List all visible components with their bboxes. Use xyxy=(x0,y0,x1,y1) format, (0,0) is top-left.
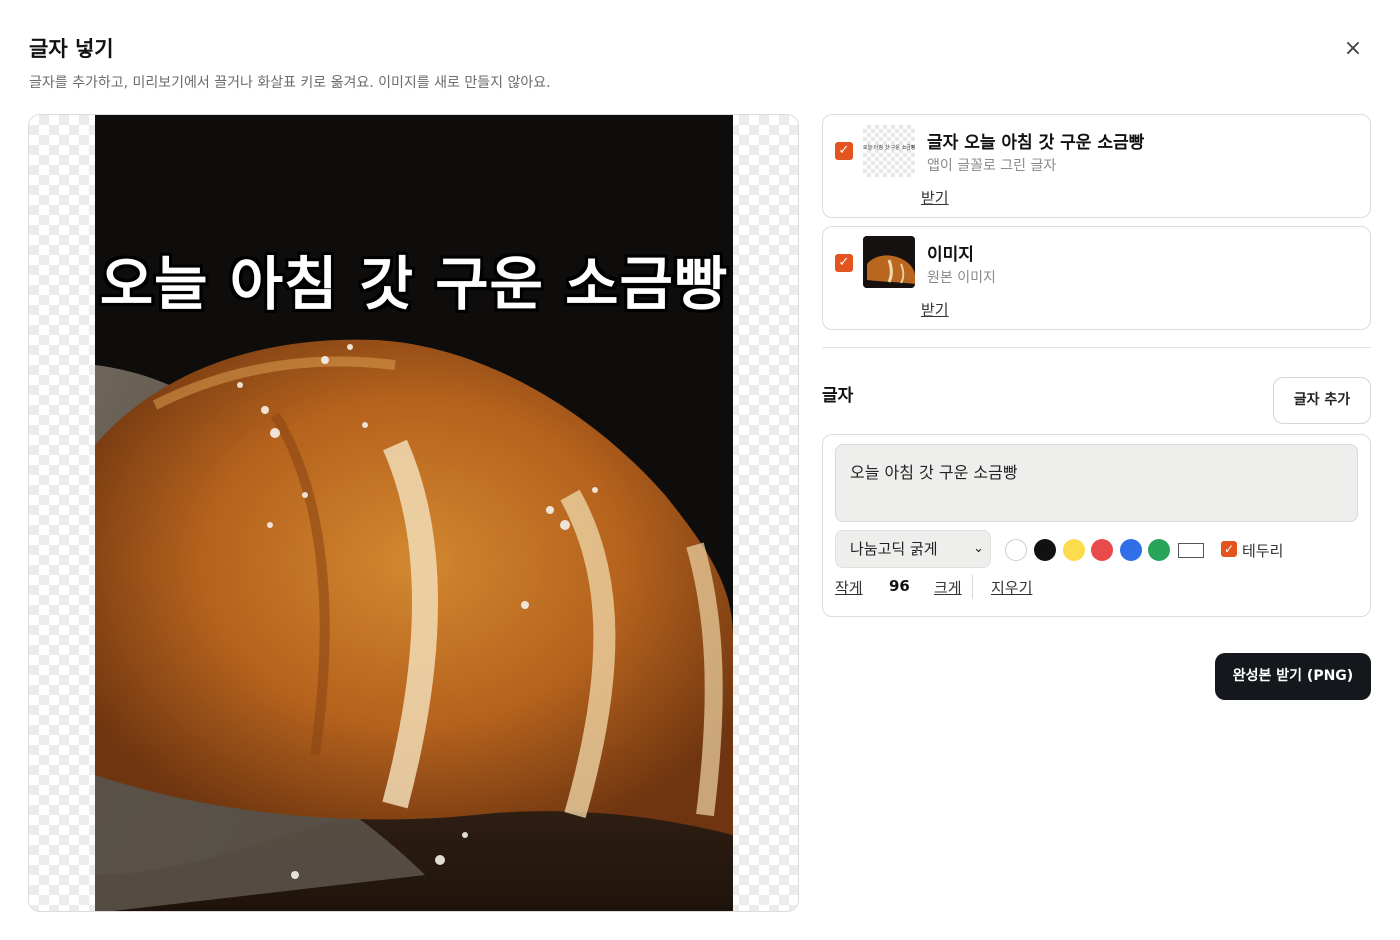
bread-thumb-image xyxy=(863,236,915,288)
text-overlay-dialog: 글자 넣기 글자를 추가하고, 미리보기에서 끌거나 화살표 키로 옮겨요. 이… xyxy=(0,0,1400,940)
font-size-value: 96 xyxy=(889,577,910,595)
add-text-button[interactable]: 글자 추가 xyxy=(1273,377,1371,424)
background-box-toggle[interactable] xyxy=(1178,543,1204,558)
border-label: 테두리 xyxy=(1242,542,1284,560)
color-swatch-black[interactable] xyxy=(1034,539,1056,561)
close-icon[interactable]: × xyxy=(1339,35,1367,63)
bread-photo: 오늘 아침 갓 구운 소금빵 xyxy=(95,115,733,911)
color-swatch-yellow[interactable] xyxy=(1063,539,1085,561)
delete-text-button[interactable]: 지우기 xyxy=(991,577,1032,598)
size-smaller-button[interactable]: 작게 xyxy=(835,577,863,598)
dialog-title: 글자 넣기 xyxy=(29,37,114,61)
layer-text-subtitle: 앱이 글꼴로 그린 글자 xyxy=(927,158,1057,174)
text-section-label: 글자 xyxy=(822,386,854,406)
layer-card-image: ✓ 이미지 원본 이미지 받기 xyxy=(822,226,1371,330)
text-input[interactable] xyxy=(835,444,1358,522)
dialog-subtitle: 글자를 추가하고, 미리보기에서 끌거나 화살표 키로 옮겨요. 이미지를 새로… xyxy=(29,75,551,91)
font-select-value: 나눔고딕 굵게 xyxy=(850,540,938,558)
salt-bread-image xyxy=(95,115,733,911)
chevron-down-icon: ⌄ xyxy=(973,541,984,556)
layer-text-thumbnail: 오늘 아침 갓 구운 소금빵 xyxy=(863,125,915,177)
layer-image-subtitle: 원본 이미지 xyxy=(927,270,996,286)
font-select[interactable]: 나눔고딕 굵게 ⌄ xyxy=(835,530,991,568)
draggable-overlay-text[interactable]: 오늘 아침 갓 구운 소금빵 xyxy=(95,237,733,321)
layer-text-title: 글자 오늘 아침 갓 구운 소금빵 xyxy=(927,133,1145,153)
color-swatch-green[interactable] xyxy=(1148,539,1170,561)
border-checkbox[interactable]: ✓ xyxy=(1221,541,1237,557)
layer-image-title: 이미지 xyxy=(927,245,974,265)
export-png-button[interactable]: 완성본 받기 (PNG) xyxy=(1215,653,1371,700)
thumb-text: 오늘 아침 갓 구운 소금빵 xyxy=(863,145,915,151)
text-editor-card: 나눔고딕 굵게 ⌄ ✓ 테두리 작게 96 크게 지우기 xyxy=(822,434,1371,617)
layer-card-text: ✓ 오늘 아침 갓 구운 소금빵 글자 오늘 아침 갓 구운 소금빵 앱이 글꼴… xyxy=(822,114,1371,218)
layer-image-thumbnail xyxy=(863,236,915,288)
preview-canvas: 오늘 아침 갓 구운 소금빵 xyxy=(28,114,799,912)
color-swatch-red[interactable] xyxy=(1091,539,1113,561)
separator xyxy=(972,575,973,599)
layer-text-checkbox[interactable]: ✓ xyxy=(835,142,853,160)
color-swatch-blue[interactable] xyxy=(1120,539,1142,561)
layer-text-download-link[interactable]: 받기 xyxy=(921,187,949,208)
size-larger-button[interactable]: 크게 xyxy=(934,577,962,598)
section-divider xyxy=(822,347,1371,348)
layer-image-download-link[interactable]: 받기 xyxy=(921,299,949,320)
color-swatch-white[interactable] xyxy=(1005,539,1027,561)
layer-image-checkbox[interactable]: ✓ xyxy=(835,254,853,272)
